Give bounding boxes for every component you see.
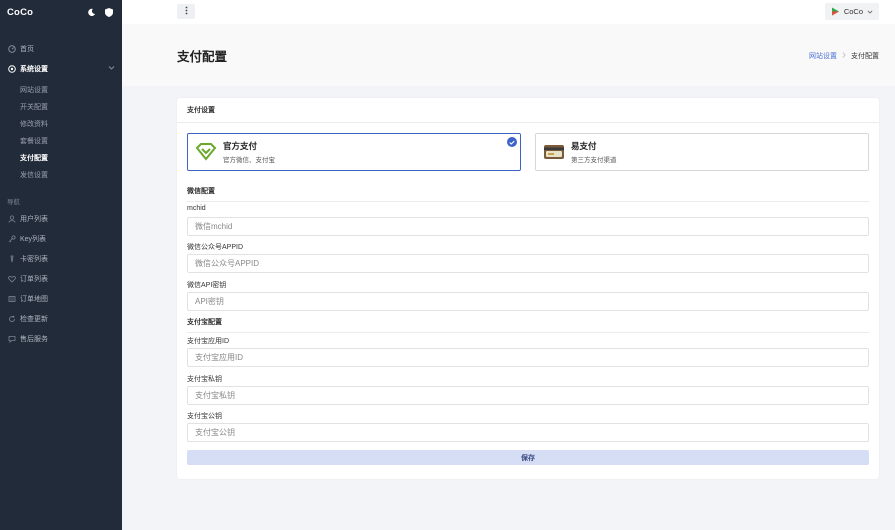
save-button[interactable]: 保存 <box>187 450 869 465</box>
sidebar-item-label: 订单列表 <box>20 276 48 283</box>
sidebar-subitem-mail-settings[interactable]: 发信设置 <box>0 166 122 183</box>
page-title: 支付配置 <box>177 50 228 64</box>
wallet-icon <box>543 141 565 163</box>
sidebar-item-label: 检查更新 <box>20 316 48 323</box>
sidebar-item-key-list[interactable]: Key列表 <box>0 229 122 249</box>
field-label-wechat-appid: 微信公众号APPID <box>187 244 244 251</box>
moon-icon[interactable] <box>85 6 97 18</box>
key-icon <box>7 234 17 244</box>
sidebar-item-home[interactable]: 首页 <box>0 41 122 57</box>
sidebar-item-order-list[interactable]: 订单列表 <box>0 269 122 289</box>
brand-logo[interactable]: CoCo <box>7 7 79 18</box>
payment-settings-card: 支付设置 官方支付 官方微信、支付宝 易支付 第三方支付渠道 微信配置 mchi… <box>177 98 879 479</box>
field-label-wechat-api-key: 微信API密钥 <box>187 282 227 289</box>
sidebar-item-label: 卡密列表 <box>20 256 48 263</box>
sidebar-item-label: 首页 <box>20 46 34 53</box>
chat-icon <box>7 334 17 344</box>
official-payment-icon <box>195 141 217 163</box>
sidebar-item-label: 订单地图 <box>20 296 48 303</box>
chevron-right-icon <box>842 52 846 60</box>
payment-option-official[interactable]: 官方支付 官方微信、支付宝 <box>187 133 521 171</box>
chevron-down-icon <box>108 66 115 73</box>
shield-icon[interactable] <box>103 6 115 18</box>
wechat-appid-input[interactable] <box>187 254 869 273</box>
payment-option-easy-pay[interactable]: 易支付 第三方支付渠道 <box>535 133 869 171</box>
user-name: CoCo <box>843 7 863 16</box>
breadcrumb-link[interactable]: 网站设置 <box>809 51 837 61</box>
field-label-alipay-public-key: 支付宝公钥 <box>187 413 222 420</box>
wechat-api-key-input[interactable] <box>187 292 869 311</box>
alipay-private-key-input[interactable] <box>187 386 869 405</box>
breadcrumb: 网站设置 支付配置 <box>809 51 879 61</box>
card-title: 支付设置 <box>177 98 879 123</box>
more-menu-button[interactable] <box>177 4 195 19</box>
breadcrumb-current: 支付配置 <box>851 53 879 60</box>
field-label-alipay-private-key: 支付宝私钥 <box>187 376 222 383</box>
map-icon <box>7 294 17 304</box>
heart-icon <box>7 274 17 284</box>
user-icon <box>7 214 17 224</box>
sidebar-item-card-list[interactable]: 卡密列表 <box>0 249 122 269</box>
sidebar-item-system-settings[interactable]: 系统设置 <box>0 57 122 81</box>
wechat-section-title: 微信配置 <box>187 186 869 202</box>
sidebar-item-label: Key列表 <box>20 236 47 243</box>
sidebar-header: CoCo <box>0 0 122 24</box>
check-icon <box>507 137 517 147</box>
app-logo-icon <box>831 7 840 16</box>
sidebar-subitem-payment-config[interactable]: 支付配置 <box>0 149 122 166</box>
alipay-app-id-input[interactable] <box>187 348 869 367</box>
page-header: 支付配置 网站设置 支付配置 <box>122 24 895 86</box>
alipay-public-key-input[interactable] <box>187 423 869 442</box>
option-desc: 第三方支付渠道 <box>571 157 617 164</box>
option-desc: 官方微信、支付宝 <box>223 157 275 164</box>
sidebar-item-label: 用户列表 <box>20 216 48 223</box>
user-menu-button[interactable]: CoCo <box>824 3 879 20</box>
settings-icon <box>7 64 17 74</box>
sidebar-subitem-plan-settings[interactable]: 套餐设置 <box>0 132 122 149</box>
sidebar-item-order-map[interactable]: 订单地图 <box>0 289 122 309</box>
sidebar-item-check-update[interactable]: 检查更新 <box>0 309 122 329</box>
alipay-section-title: 支付宝配置 <box>187 317 869 333</box>
topbar: CoCo <box>122 0 895 24</box>
field-label-alipay-app-id: 支付宝应用ID <box>187 338 229 345</box>
payment-method-options: 官方支付 官方微信、支付宝 易支付 第三方支付渠道 <box>187 133 869 171</box>
sidebar-item-user-list[interactable]: 用户列表 <box>0 209 122 229</box>
sidebar-item-label: 系统设置 <box>20 66 48 73</box>
wechat-mchid-input[interactable] <box>187 217 869 236</box>
sidebar-subitem-switch-config[interactable]: 开关配置 <box>0 98 122 115</box>
option-title: 官方支付 <box>223 141 258 151</box>
sidebar-section-title: 导航 <box>7 199 20 206</box>
sidebar-item-label: 售后服务 <box>20 336 48 343</box>
sidebar-subitem-site-settings[interactable]: 网站设置 <box>0 81 122 98</box>
card-icon <box>7 254 17 264</box>
sidebar-item-after-sales[interactable]: 售后服务 <box>0 329 122 349</box>
sidebar-subitem-edit-profile[interactable]: 修改资料 <box>0 115 122 132</box>
refresh-icon <box>7 314 17 324</box>
chevron-down-icon <box>867 7 873 16</box>
sidebar: CoCo 首页 系统设置 网站设置 开关配置 修改资料 套餐设置 支付配置 发信… <box>0 0 122 530</box>
more-vertical-icon <box>185 6 188 17</box>
field-label-mchid: mchid <box>187 205 206 212</box>
dashboard-icon <box>7 44 17 54</box>
option-title: 易支付 <box>571 141 597 151</box>
